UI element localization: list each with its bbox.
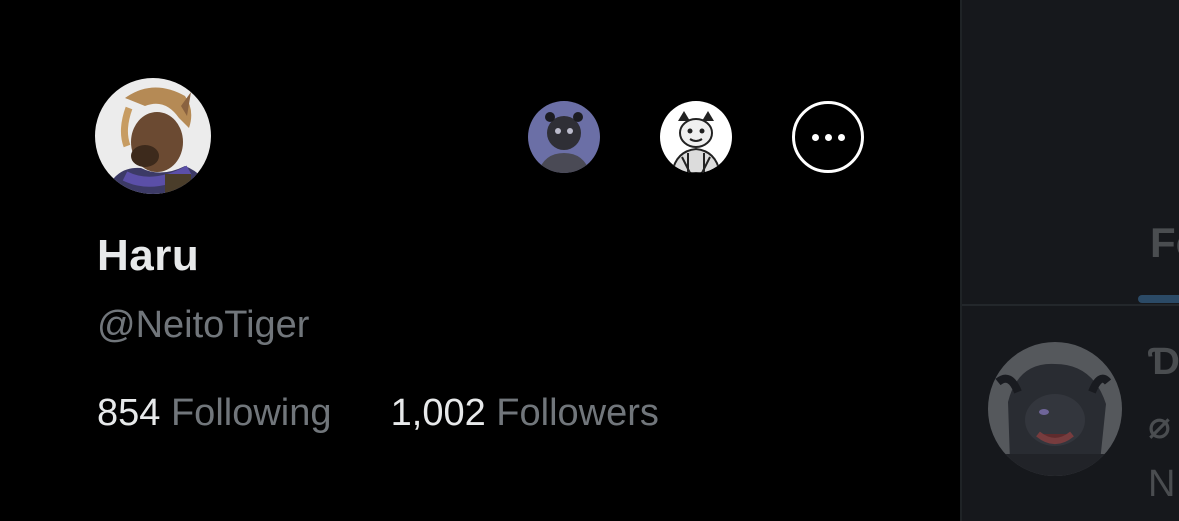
- profile-display-name[interactable]: Haru: [97, 228, 199, 284]
- side-drawer: Haru @NeitoTiger 854 Following 1,002 Fol…: [0, 0, 960, 521]
- tab-divider: [962, 304, 1179, 306]
- timeline-text-glyph: ⌀: [1148, 405, 1171, 447]
- following-label: Following: [170, 392, 332, 434]
- timeline-name-glyph: Ɗ: [1148, 341, 1179, 383]
- followers-count: 1,002: [390, 392, 486, 434]
- following-link[interactable]: 854 Following: [97, 392, 342, 434]
- following-count: 854: [97, 392, 161, 434]
- profile-avatar[interactable]: [95, 78, 211, 194]
- tab-following-partial: Fo: [1150, 219, 1179, 266]
- more-accounts-button[interactable]: [792, 101, 864, 173]
- profile-handle[interactable]: @NeitoTiger: [97, 300, 309, 350]
- more-horizontal-icon: [837, 133, 845, 141]
- switch-account-avatar-2[interactable]: [660, 101, 732, 173]
- timeline-text-letter: N: [1148, 463, 1176, 505]
- more-horizontal-icon: [811, 133, 819, 141]
- tab-active-indicator: [1138, 295, 1179, 303]
- followers-label: Followers: [496, 392, 659, 434]
- profile-stats: 854 Following 1,002 Followers: [97, 388, 659, 438]
- app-screen: Fo Ɗ ⌀ N: [0, 0, 1179, 521]
- timeline-backdrop[interactable]: Fo Ɗ ⌀ N: [960, 0, 1179, 521]
- switch-account-avatar-1[interactable]: [528, 101, 600, 173]
- more-horizontal-icon: [824, 133, 832, 141]
- timeline-avatar: [988, 342, 1122, 476]
- followers-link[interactable]: 1,002 Followers: [391, 392, 659, 434]
